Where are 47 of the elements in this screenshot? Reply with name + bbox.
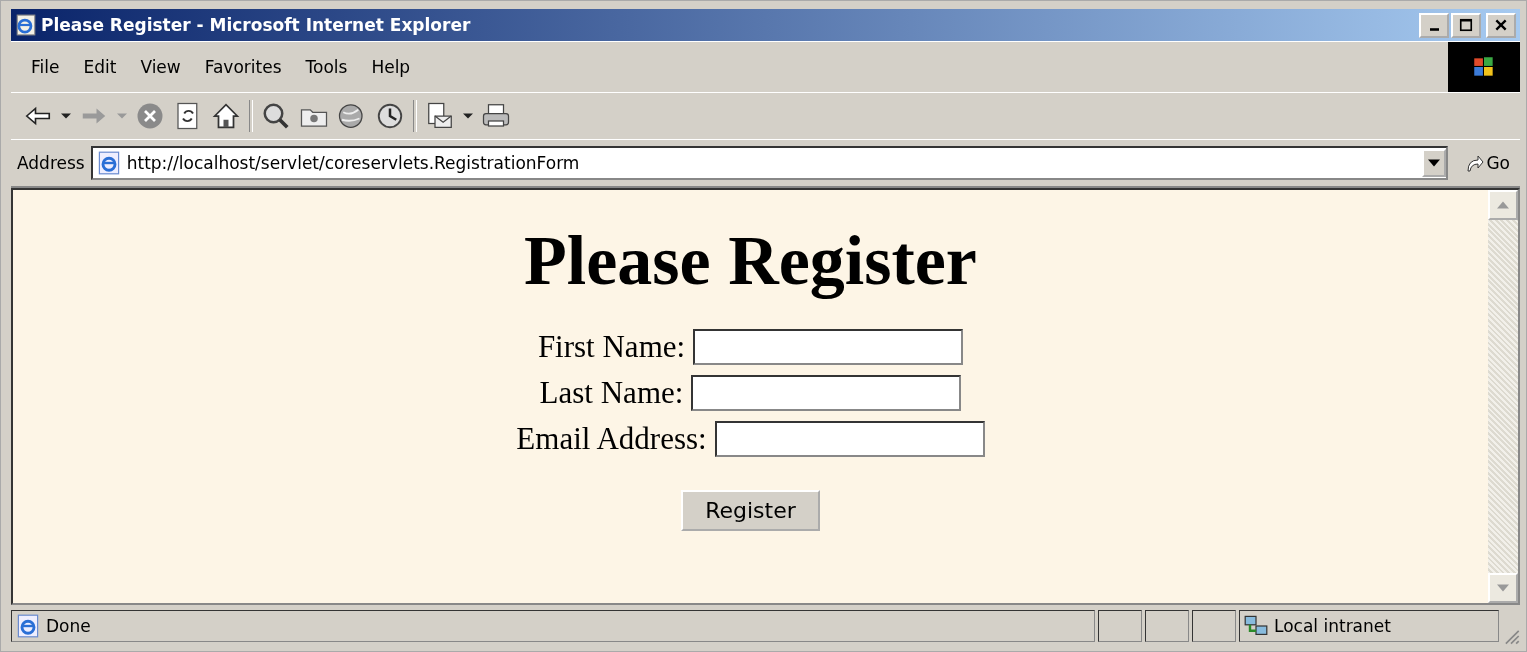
browser-icon [15, 14, 37, 36]
field-label: Email Address: [516, 421, 707, 457]
menu-item[interactable]: View [130, 53, 191, 81]
menu-item[interactable]: Edit [73, 53, 127, 81]
go-button[interactable]: Go [1454, 153, 1520, 173]
register-button[interactable]: Register [681, 490, 820, 531]
status-panel [1098, 610, 1142, 642]
stop-icon[interactable] [135, 101, 165, 131]
close-button[interactable] [1486, 12, 1516, 38]
network-icon [1244, 614, 1268, 638]
url-text: http://localhost/servlet/coreservlets.RegistrationForm [126, 153, 581, 173]
close-icon [1494, 18, 1508, 32]
clock-icon[interactable] [375, 101, 405, 131]
input-field[interactable] [714, 421, 985, 457]
caret-icon[interactable] [463, 111, 473, 121]
zone-text: Local intranet [1274, 616, 1391, 636]
dropdown-button[interactable] [1422, 149, 1447, 177]
menu-item[interactable]: Tools [295, 53, 358, 81]
window-title: Please Register - Microsoft Internet Explorer [41, 15, 472, 35]
status-panel [1145, 610, 1189, 642]
menu-item[interactable]: Favorites [194, 53, 292, 81]
page-icon [16, 614, 40, 638]
field-label: Last Name: [539, 375, 684, 411]
caret-icon[interactable] [61, 111, 71, 121]
maximize-icon [1459, 18, 1473, 32]
input-field[interactable] [691, 375, 962, 411]
menu-item[interactable]: Help [361, 53, 421, 81]
status-text: Done [46, 616, 91, 636]
curved-arrow-icon [1464, 153, 1485, 173]
address-field[interactable]: http://localhost/servlet/coreservlets.RegistrationForm [90, 146, 1449, 180]
scroll-down-button[interactable] [1488, 573, 1518, 603]
minimize-icon [1429, 28, 1439, 31]
input-field[interactable] [693, 329, 964, 365]
down-arrow-icon [1497, 584, 1509, 592]
menu-item[interactable]: File [21, 53, 70, 81]
maximize-button[interactable] [1451, 12, 1481, 38]
mail-icon[interactable] [425, 101, 455, 131]
caret-icon [1428, 159, 1441, 167]
address-label: Address [17, 153, 85, 173]
page-icon [96, 151, 121, 175]
minimize-button[interactable] [1419, 12, 1449, 38]
home-icon[interactable] [211, 101, 241, 131]
up-arrow-icon [1497, 201, 1509, 209]
field-label: First Name: [537, 329, 686, 365]
status-panel [1192, 610, 1236, 642]
scroll-up-button[interactable] [1488, 190, 1518, 220]
search-icon[interactable] [261, 101, 291, 131]
